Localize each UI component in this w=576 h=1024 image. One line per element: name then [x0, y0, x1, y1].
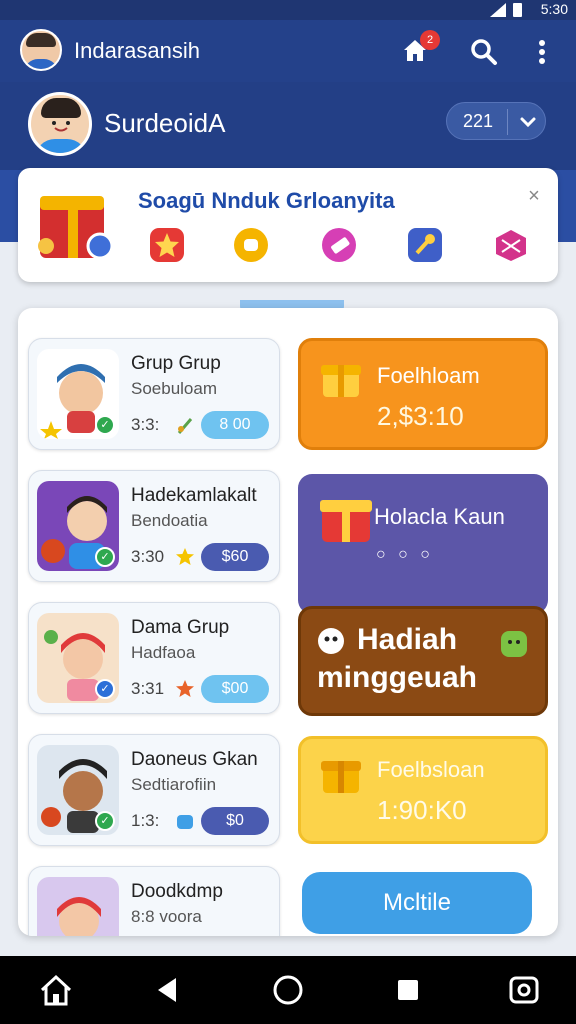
search-button[interactable]: [470, 38, 498, 66]
tile-label: Holacla Kaun: [374, 504, 505, 529]
check-icon: ✓: [95, 415, 115, 435]
card-subtitle: Bendoatia: [131, 511, 208, 530]
user-avatar[interactable]: [20, 29, 62, 71]
character-thumbnail: ✓: [37, 745, 119, 835]
recents-icon[interactable]: [390, 972, 426, 1008]
status-time: 5:30: [540, 1, 568, 17]
app-bar: Indarasansih 2: [0, 20, 576, 82]
card-subtitle: Hadfaoa: [131, 643, 196, 662]
battery-icon: [513, 3, 522, 17]
close-icon[interactable]: ×: [524, 186, 544, 206]
weekly-reward-tile[interactable]: Hadiah minggeuah: [298, 606, 548, 716]
character-thumbnail: ✓: [37, 613, 119, 703]
check-icon: ✓: [95, 547, 115, 567]
username-label: Indarasansih: [74, 38, 200, 63]
card-amount: $0: [201, 807, 269, 835]
gift-icon: [321, 761, 361, 793]
green-creature-icon: [501, 631, 527, 657]
card-title: Doodkdmp: [131, 881, 223, 902]
card-subtitle: 8:8 voora: [131, 907, 202, 926]
gift-icon: [320, 500, 372, 542]
ticket-icon[interactable]: [320, 226, 358, 264]
counter-value: 221: [463, 111, 494, 131]
home-circle-icon[interactable]: [270, 972, 306, 1008]
card-time: 3:30: [131, 547, 165, 566]
card-time: 3:31: [131, 679, 165, 698]
reward-tile-yellow[interactable]: Foelbsloan 1:90:K0: [298, 736, 548, 844]
card-title: Hadekamlakalt: [131, 485, 257, 506]
character-thumbnail: ✓: [37, 481, 119, 571]
group-card[interactable]: Doodkdmp 8:8 voora: [28, 866, 280, 936]
reward-tile-purple[interactable]: Holacla Kaun ○ ○ ○: [298, 474, 548, 614]
card-title: Grup Grup: [131, 353, 221, 374]
group-card[interactable]: ✓ Hadekamlakalt Bendoatia 3:30 $60: [28, 470, 280, 582]
counter-dropdown[interactable]: 221: [446, 102, 546, 140]
banner-title: Soagū Nnduk Grloanyita: [138, 188, 395, 213]
notification-badge: 2: [420, 30, 440, 50]
tile-title-line1: Hadiah: [357, 623, 458, 656]
sword-icon: [177, 418, 193, 434]
card-time: 1:3:: [131, 811, 160, 830]
star-badge-icon[interactable]: [148, 226, 186, 264]
card-amount: $00: [201, 675, 269, 703]
character-thumbnail: ✓: [37, 349, 119, 439]
tile-label: Foelbsloan: [377, 757, 485, 782]
chevron-down-icon: [520, 117, 536, 128]
loading-dots: ○ ○ ○: [376, 546, 434, 563]
check-icon: ✓: [95, 679, 115, 699]
card-subtitle: Sedtiarofiin: [131, 775, 217, 794]
key-icon[interactable]: [406, 226, 444, 264]
star-icon: [176, 548, 194, 565]
group-card[interactable]: ✓ Daoneus Gkan Sedtiarofiin 1:3: $0: [28, 734, 280, 846]
gem-box-icon[interactable]: [492, 226, 530, 264]
search-icon: [471, 39, 497, 65]
profile-header: SurdeoidA 221: [0, 82, 576, 170]
card-amount: $60: [201, 543, 269, 571]
promo-banner[interactable]: Soagū Nnduk Grloanyita ×: [18, 168, 558, 282]
profile-name: SurdeoidA: [104, 108, 226, 138]
tile-label: Foelhloam: [377, 363, 480, 388]
character-thumbnail: [37, 877, 119, 936]
system-nav-bar: [0, 956, 576, 1024]
check-icon: ✓: [95, 811, 115, 831]
card-title: Daoneus Gkan: [131, 749, 258, 770]
tile-title-line2: minggeuah: [317, 661, 478, 694]
signal-icon: [490, 3, 506, 17]
profile-avatar[interactable]: [28, 92, 92, 156]
emoji-icon: [318, 628, 344, 654]
more-options-button[interactable]: [532, 38, 552, 66]
gift-icon: [177, 815, 193, 829]
card-subtitle: Soebuloam: [131, 379, 218, 398]
card-time: 3:3:: [131, 415, 160, 434]
group-card[interactable]: ✓ Dama Grup Hadfaoa 3:31 $00: [28, 602, 280, 714]
gift-box-icon: [38, 196, 114, 260]
house-icon[interactable]: [38, 972, 74, 1008]
tile-value: 2,$3:10: [377, 401, 464, 431]
back-icon[interactable]: [150, 972, 186, 1008]
status-bar: 5:30: [0, 0, 576, 20]
gift-icon: [321, 365, 361, 397]
rewards-panel: ✓ Grup Grup Soebuloam 3:3: 8 00 ✓ Hadeka…: [18, 308, 558, 936]
group-card[interactable]: ✓ Grup Grup Soebuloam 3:3: 8 00: [28, 338, 280, 450]
tile-value: 1:90:K0: [377, 795, 467, 825]
more-vert-icon: [539, 40, 545, 64]
reward-tile-orange[interactable]: Foelhloam 2,$3:10: [298, 338, 548, 450]
card-title: Dama Grup: [131, 617, 230, 638]
star-icon: [176, 680, 194, 697]
more-button[interactable]: Mcltile: [302, 872, 532, 934]
coin-icon[interactable]: [232, 226, 270, 264]
card-amount: 8 00: [201, 411, 269, 439]
screenshot-icon[interactable]: [506, 972, 542, 1008]
